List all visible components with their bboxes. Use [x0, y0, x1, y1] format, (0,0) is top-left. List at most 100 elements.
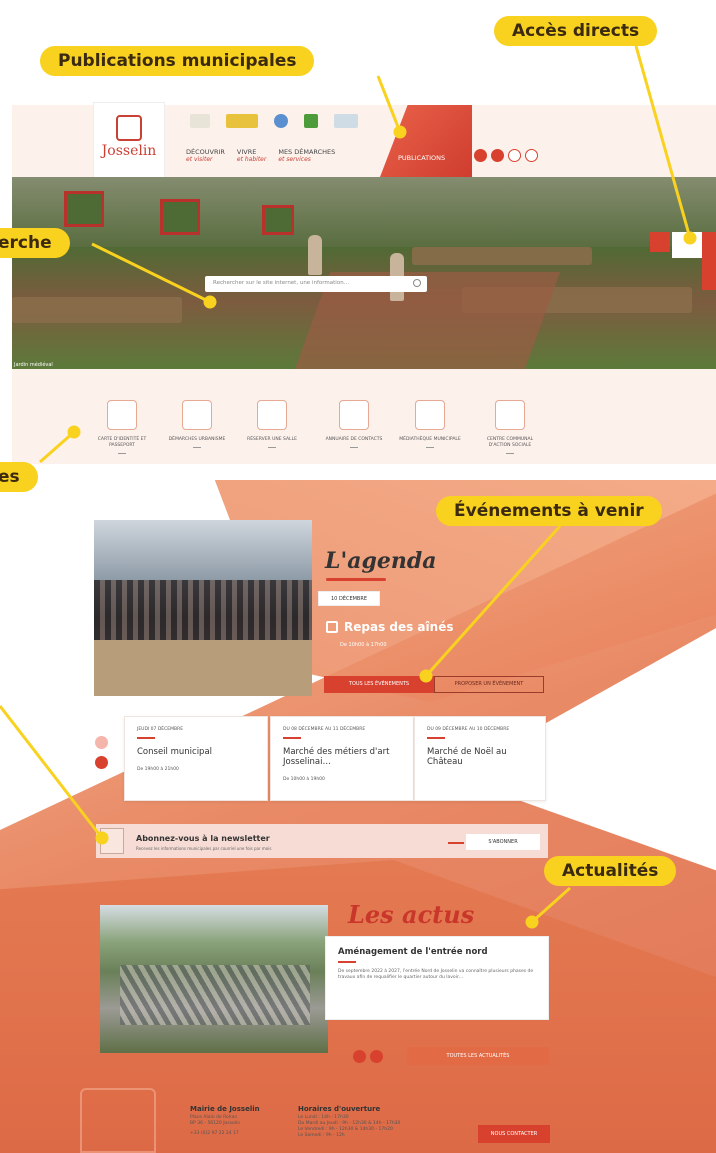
hero-frame: [262, 205, 294, 235]
quick-access-contacts[interactable]: ANNUAIRE DE CONTACTS: [322, 400, 386, 448]
footer-hours: Horaires d'ouverture Le Lundi : 14h - 17…: [298, 1106, 400, 1139]
agenda-title: L'agenda: [325, 548, 437, 574]
featured-event-time: De 10h00 à 17h00: [340, 642, 387, 648]
hero-person: [308, 235, 322, 275]
logo-text: Josselin: [101, 143, 157, 159]
page: Josselin DÉCOUVRIR et visiter VIVRE et hab…: [0, 0, 716, 1153]
envelope-icon: [100, 828, 124, 854]
photo-floor: [94, 640, 312, 696]
newsletter-swirl: [448, 842, 464, 844]
callout-actualites: Actualités: [544, 856, 677, 886]
quick-access-divider: [118, 453, 126, 454]
partner-logo-icon: [274, 114, 288, 128]
news-swirl: [338, 961, 356, 963]
featured-event-name[interactable]: Repas des aînés: [344, 620, 453, 634]
quick-access-divider: [506, 453, 514, 454]
id-card-icon: [107, 400, 137, 430]
hero-garden-bed: [12, 297, 182, 323]
propose-event-button[interactable]: PROPOSER UN ÉVÉNEMENT: [434, 676, 544, 693]
nav-label: VIVRE: [236, 148, 257, 156]
callout-recherche: erche: [0, 228, 70, 258]
subscribe-button[interactable]: S'ABONNER: [466, 834, 540, 850]
news-card[interactable]: Aménagement de l'entrée nord De septembr…: [325, 936, 549, 1020]
event-card[interactable]: JEUDI 07 DÉCEMBRE Conseil municipal De 1…: [124, 716, 268, 801]
footer-phone[interactable]: +33 (0)2 97 22 24 17: [190, 1131, 260, 1137]
quick-access-divider: [268, 447, 276, 448]
quick-access-library[interactable]: MÉDIATHÈQUE MUNICIPALE: [398, 400, 462, 448]
callout-raccourcis: es: [0, 462, 38, 492]
quick-access-ccas[interactable]: CENTRE COMMUNAL D'ACTION SOCIALE: [478, 400, 542, 454]
partner-logo-icon: [190, 114, 210, 128]
hero-caption: Jardin médiéval: [14, 362, 53, 368]
quick-access-label: CENTRE COMMUNAL D'ACTION SOCIALE: [486, 437, 534, 448]
contact-button[interactable]: NOUS CONTACTER: [478, 1125, 550, 1143]
quick-access-divider: [350, 447, 358, 448]
hero-frame: [160, 199, 200, 235]
search-input[interactable]: Rechercher sur le site internet, une inf…: [205, 276, 427, 292]
quick-access-label: RÉSERVER UNE SALLE: [247, 437, 297, 442]
direct-access-icon[interactable]: [650, 232, 670, 252]
nav-item-demarches[interactable]: MES DÉMARCHES et services: [278, 148, 335, 164]
nav-item-decouvrir[interactable]: DÉCOUVRIR et visiter: [186, 148, 225, 164]
event-card[interactable]: DU 09 DÉCEMBRE AU 10 DÉCEMBRE Marché de …: [414, 716, 546, 801]
event-title: Marché de Noël au Château: [427, 747, 507, 767]
footer-line: Le Samedi : 9h - 12h: [298, 1133, 345, 1138]
partner-logo-icon: [304, 114, 318, 128]
news-card-text: De septembre 2022 à 2027, l'entrée Nord …: [338, 969, 534, 980]
photo-roofs: [120, 965, 310, 1025]
main-nav: DÉCOUVRIR et visiter VIVRE et habiter MES …: [186, 148, 335, 164]
nav-label: DÉCOUVRIR: [186, 148, 225, 156]
site-logo[interactable]: Josselin: [93, 102, 165, 182]
social-links: [474, 149, 538, 162]
meal-icon: [326, 621, 338, 633]
partner-logo-icon: [226, 114, 258, 128]
event-swirl: [427, 737, 445, 739]
nav-item-vivre[interactable]: VIVRE et habiter: [237, 148, 266, 164]
newsletter-subtitle: Recevez les informations municipales par…: [136, 846, 272, 851]
nav-sublabel: et habiter: [236, 156, 267, 163]
footer-mairie-title: Mairie de Josselin: [190, 1105, 260, 1113]
events-next-button[interactable]: [95, 756, 108, 769]
hero-frame: [64, 191, 104, 227]
keys-icon: [257, 400, 287, 430]
nav-sublabel: et visiter: [186, 156, 213, 163]
quick-access-id-card[interactable]: CARTE D'IDENTITÉ ET PASSEPORT: [90, 400, 154, 454]
search-icon[interactable]: [413, 279, 421, 287]
quick-access-room[interactable]: RÉSERVER UNE SALLE: [240, 400, 304, 448]
direct-access-card[interactable]: [672, 232, 702, 258]
events-prev-button[interactable]: [95, 736, 108, 749]
newsletter-title: Abonnez-vous à la newsletter: [136, 834, 270, 843]
publications-link[interactable]: PUBLICATIONS: [398, 154, 445, 162]
news-prev-button[interactable]: [353, 1050, 366, 1063]
photo-crowd: [94, 580, 312, 640]
event-card[interactable]: DU 08 DÉCEMBRE AU 11 DÉCEMBRE Marché des…: [270, 716, 414, 801]
social-icon[interactable]: [474, 149, 487, 162]
event-swirl: [137, 737, 155, 739]
urbanism-icon: [182, 400, 212, 430]
all-events-button[interactable]: TOUS LES ÉVÉNEMENTS: [324, 676, 434, 693]
event-title: Conseil municipal: [137, 747, 213, 757]
agenda-swirl: [326, 578, 386, 581]
agenda-featured-photo[interactable]: [94, 520, 312, 696]
nav-sublabel: et services: [278, 156, 311, 163]
hero-image: [12, 177, 716, 369]
direct-access-tab[interactable]: [702, 232, 716, 290]
news-next-button[interactable]: [370, 1050, 383, 1063]
event-date: DU 09 DÉCEMBRE AU 10 DÉCEMBRE: [427, 727, 510, 732]
instagram-icon[interactable]: [525, 149, 538, 162]
footer-emblem-icon: [80, 1088, 156, 1153]
footer-address: Mairie de Josselin Place Alain de Rohan …: [190, 1106, 260, 1137]
social-icon[interactable]: [491, 149, 504, 162]
hero-wall: [12, 177, 716, 247]
nav-label: MES DÉMARCHES: [278, 148, 336, 156]
quick-access-divider: [193, 447, 201, 448]
callout-acces-directs: Accès directs: [494, 16, 658, 46]
book-icon: [415, 400, 445, 430]
quick-access-label: MÉDIATHÈQUE MUNICIPALE: [399, 437, 461, 442]
facebook-icon[interactable]: [508, 149, 521, 162]
search-placeholder: Rechercher sur le site internet, une inf…: [213, 280, 350, 286]
all-news-button[interactable]: TOUTES LES ACTUALITÉS: [407, 1047, 549, 1065]
news-card-title: Aménagement de l'entrée nord: [338, 947, 488, 957]
news-featured-photo[interactable]: [100, 905, 328, 1053]
quick-access-urbanisme[interactable]: DÉMARCHES URBANISME: [165, 400, 229, 448]
